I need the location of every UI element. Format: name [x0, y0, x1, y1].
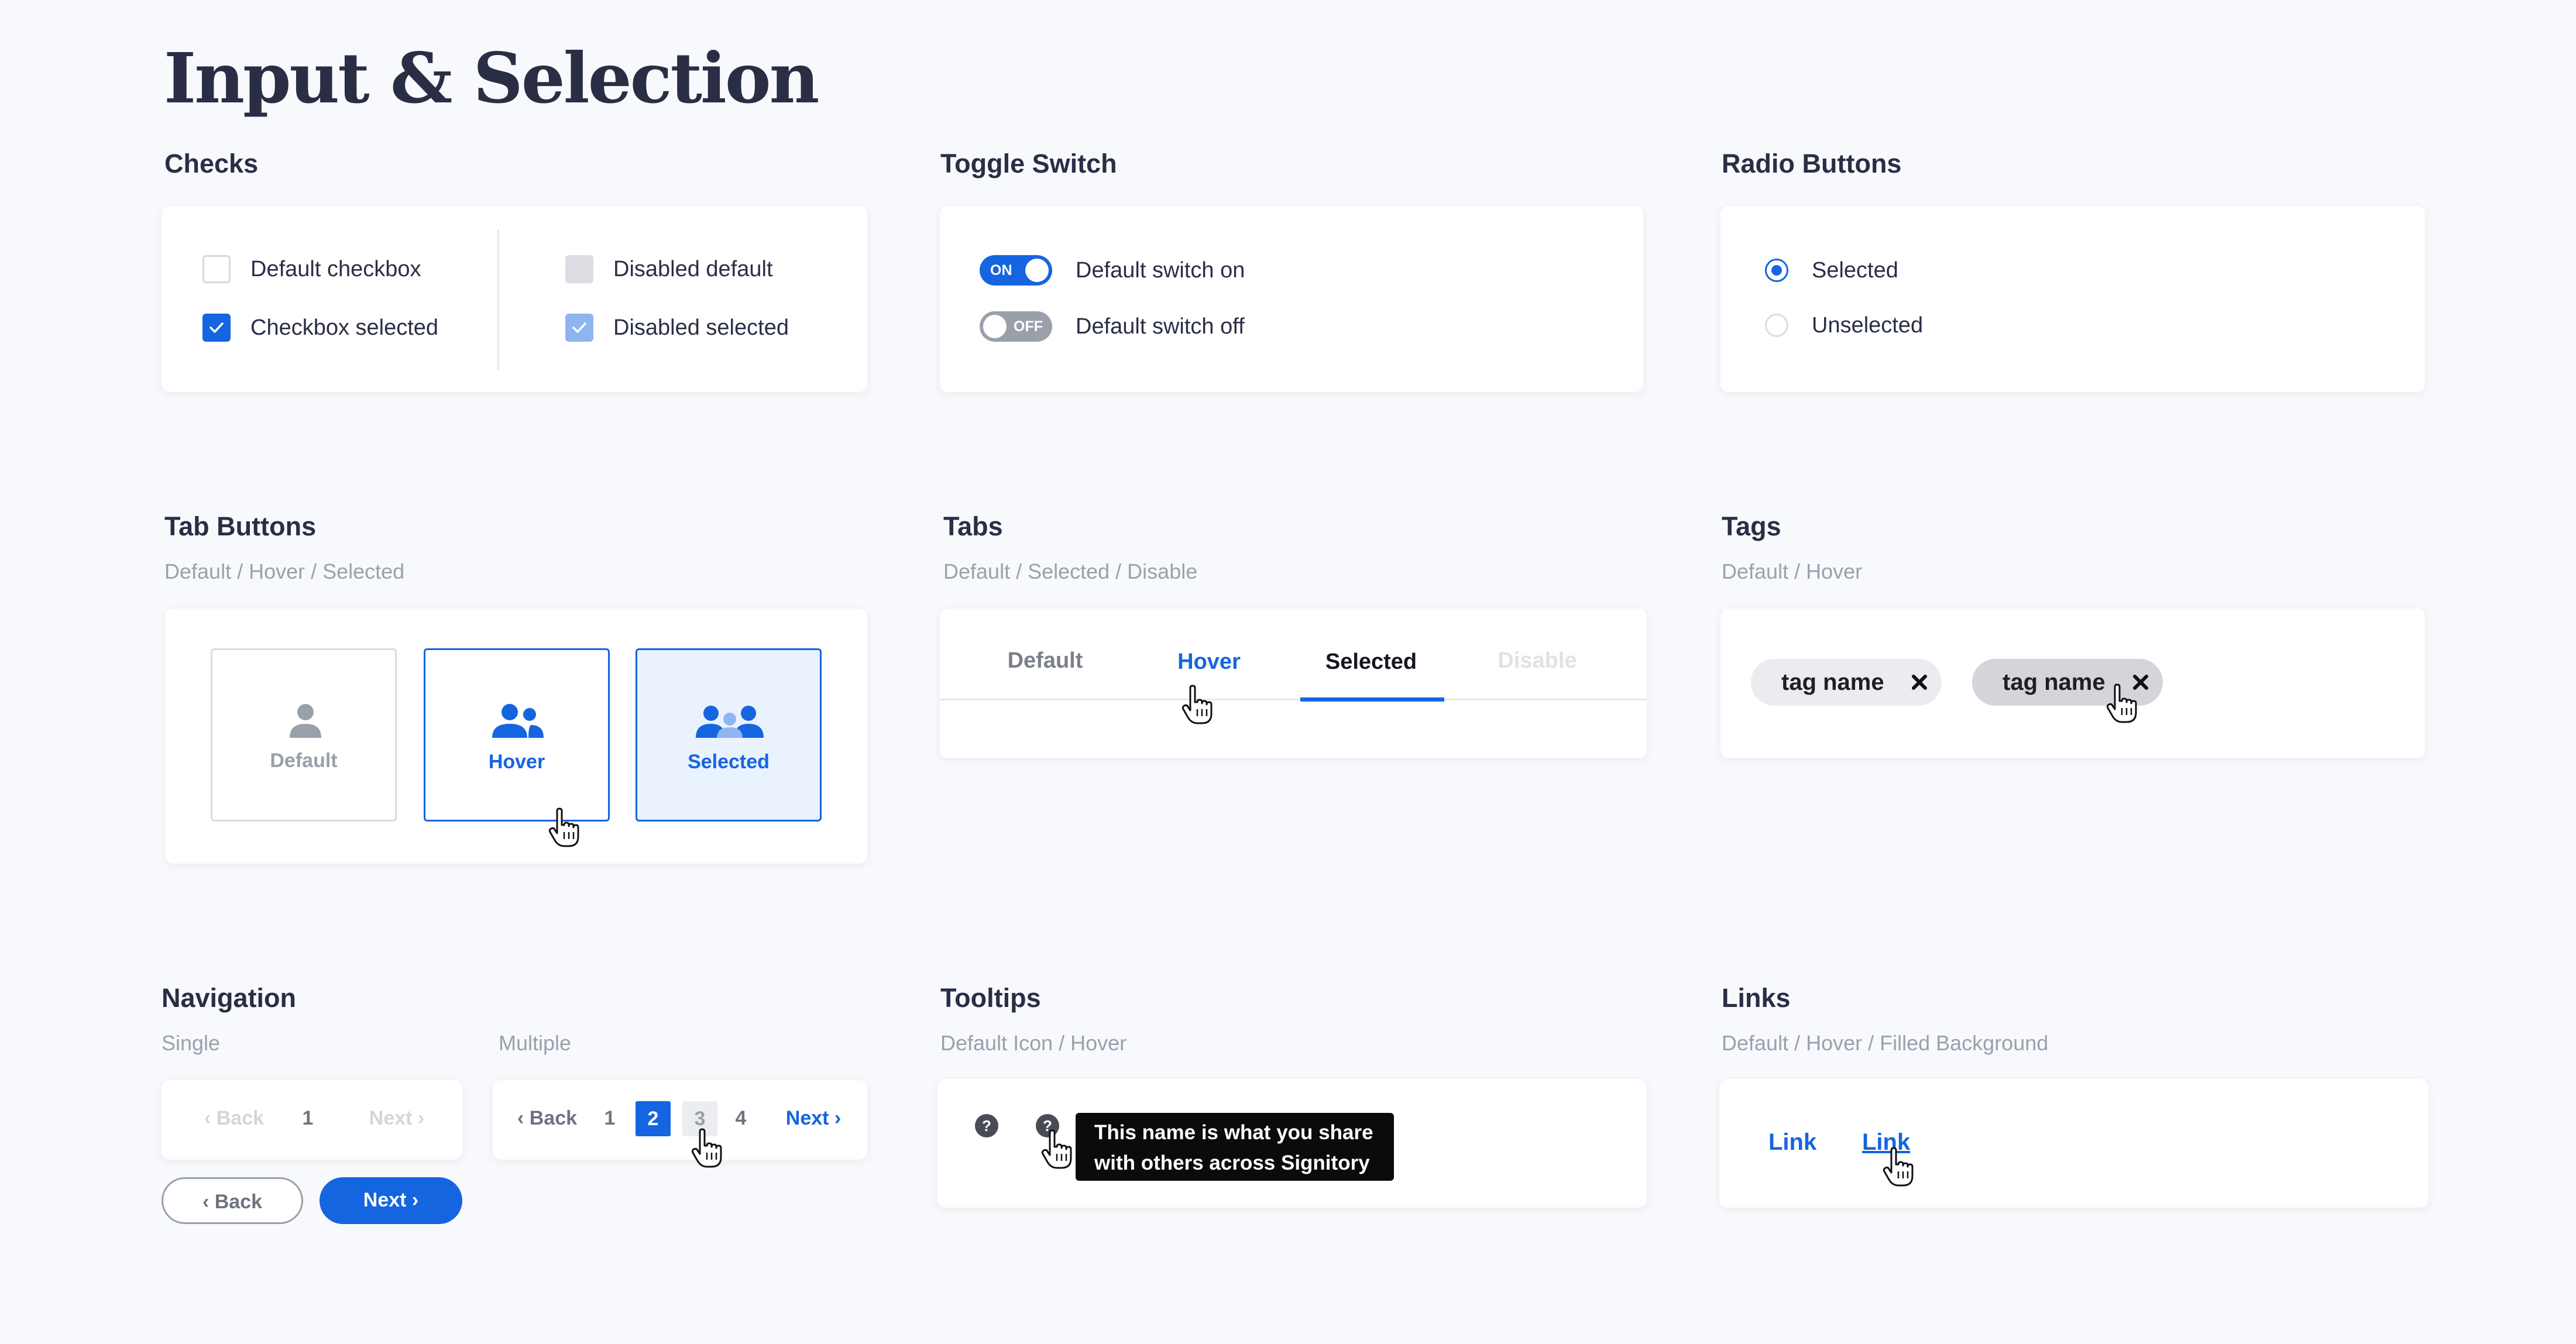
tabs-title: Tabs — [943, 511, 1003, 541]
tooltip-line-2: with others across Signitory — [1094, 1151, 1370, 1174]
tooltips-subtitle: Default Icon / Hover — [940, 1031, 1127, 1055]
switch-knob — [983, 315, 1007, 338]
checkbox-disabled-selected — [565, 314, 593, 342]
hand-cursor-icon — [1883, 1147, 1914, 1187]
hand-cursor-icon — [1181, 685, 1213, 724]
navigation-multiple-label: Multiple — [499, 1031, 572, 1055]
group-icon — [696, 706, 764, 738]
radio-selected-label: Selected — [1812, 258, 1898, 283]
radio-dot — [1771, 265, 1782, 276]
pagination-page[interactable]: 1 — [296, 1107, 320, 1130]
link-default[interactable]: Link — [1768, 1129, 1816, 1156]
tab-hover[interactable]: Hover — [1150, 649, 1268, 675]
checks-divider — [497, 229, 499, 370]
pagination-page-2-current[interactable]: 2 — [636, 1101, 671, 1136]
tab-buttons-title: Tab Buttons — [164, 511, 317, 541]
checks-card: Default checkbox Checkbox selected Disab… — [162, 206, 867, 392]
switch-on-text: ON — [990, 262, 1012, 279]
users-icon — [492, 704, 544, 738]
check-icon — [572, 322, 586, 333]
tab-selected-underline — [1300, 697, 1444, 702]
links-card: Link Link — [1719, 1079, 2429, 1208]
tab-selected[interactable]: Selected — [1299, 649, 1443, 675]
switch-off-label: Default switch off — [1076, 314, 1245, 339]
hand-cursor-icon — [691, 1128, 722, 1168]
tab-button-selected[interactable]: Selected — [636, 648, 822, 821]
close-icon[interactable] — [1909, 672, 1930, 693]
radio-unselected-label: Unselected — [1812, 313, 1924, 338]
radio-unselected[interactable] — [1765, 314, 1788, 337]
tabs-card: Default Hover Selected Disable — [940, 609, 1647, 758]
page-title: Input & Selection — [164, 37, 819, 119]
hand-cursor-icon — [548, 807, 579, 847]
pagination-single: ‹ Back 1 Next › — [162, 1080, 462, 1160]
tags-card: tag name tag name — [1720, 609, 2425, 758]
tab-disabled: Disable — [1497, 648, 1577, 673]
tooltips-card: ? ? This name is what you share with oth… — [937, 1079, 1647, 1208]
back-button[interactable]: ‹ Back — [162, 1177, 303, 1224]
tab-button-hover-label: Hover — [488, 751, 545, 773]
tags-title: Tags — [1722, 511, 1781, 541]
tab-button-default[interactable]: Default — [211, 648, 397, 821]
switch-on-label: Default switch on — [1076, 258, 1245, 283]
checkbox-disabled-default-label: Disabled default — [613, 257, 773, 281]
pagination-page-1[interactable]: 1 — [598, 1107, 621, 1130]
checkbox-selected-label: Checkbox selected — [250, 315, 439, 340]
pagination-back[interactable]: ‹ Back — [513, 1107, 582, 1130]
checkbox-default[interactable] — [202, 255, 231, 283]
radio-selected[interactable] — [1765, 259, 1788, 282]
pagination-multiple: ‹ Back 1 2 3 4 Next › — [493, 1080, 867, 1168]
tab-buttons-card: Default Hover Selected — [165, 609, 867, 864]
radio-title: Radio Buttons — [1722, 149, 1902, 178]
checkbox-disabled-selected-label: Disabled selected — [613, 315, 789, 340]
hand-cursor-icon — [2106, 683, 2137, 723]
pagination-next[interactable]: Next › — [778, 1107, 849, 1130]
tooltips-title: Tooltips — [940, 983, 1041, 1013]
pagination-page-4[interactable]: 4 — [729, 1107, 753, 1130]
checkbox-disabled-default — [565, 255, 593, 283]
radio-card: Selected Unselected — [1720, 206, 2425, 392]
tooltip: This name is what you share with others … — [1076, 1113, 1394, 1181]
checkbox-default-label: Default checkbox — [250, 257, 421, 281]
pagination-next-disabled: Next › — [369, 1107, 425, 1129]
switch-on[interactable]: ON — [980, 255, 1052, 286]
hand-cursor-icon — [1041, 1129, 1072, 1169]
tag-hover-label: tag name — [2003, 669, 2106, 695]
tabs-baseline — [940, 699, 1647, 700]
tags-subtitle: Default / Hover — [1722, 559, 1863, 583]
switch-off[interactable]: OFF — [980, 311, 1052, 342]
switch-knob — [1025, 259, 1049, 282]
tag-default-label: tag name — [1781, 669, 1884, 695]
check-icon — [209, 322, 224, 333]
tab-button-selected-label: Selected — [688, 751, 770, 773]
navigation-single-label: Single — [162, 1031, 221, 1055]
tab-button-default-label: Default — [270, 750, 338, 772]
toggle-title: Toggle Switch — [940, 149, 1117, 178]
pagination-back-disabled: ‹ Back — [204, 1107, 265, 1129]
checks-title: Checks — [164, 149, 259, 178]
user-icon — [290, 704, 321, 738]
tooltip-line-1: This name is what you share — [1094, 1121, 1373, 1144]
switch-off-text: OFF — [1014, 318, 1043, 335]
tabs-subtitle: Default / Selected / Disable — [943, 559, 1198, 583]
tag-default: tag name — [1751, 659, 1942, 706]
tab-default[interactable]: Default — [987, 648, 1104, 673]
toggle-card: ON Default switch on OFF Default switch … — [940, 206, 1643, 392]
links-subtitle: Default / Hover / Filled Background — [1722, 1031, 2049, 1055]
navigation-title: Navigation — [162, 983, 297, 1013]
help-icon[interactable]: ? — [975, 1114, 998, 1137]
tab-button-hover[interactable]: Hover — [424, 648, 610, 821]
tab-buttons-subtitle: Default / Hover / Selected — [164, 559, 405, 583]
checkbox-selected[interactable] — [202, 314, 231, 342]
next-button[interactable]: Next › — [320, 1177, 462, 1224]
links-title: Links — [1722, 983, 1791, 1013]
